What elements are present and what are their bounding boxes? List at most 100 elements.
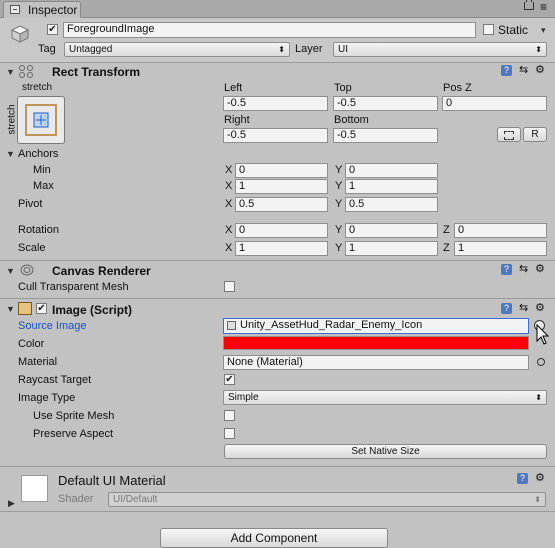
image-foldout-icon[interactable]: ▼ — [6, 304, 15, 314]
rotation-z-input[interactable]: 0 — [454, 223, 547, 238]
image-type-dropdown[interactable]: Simple ⬍ — [223, 390, 547, 405]
max-y-input[interactable]: 1 — [345, 179, 438, 194]
divider — [0, 466, 555, 467]
image-type-value: Simple — [228, 392, 259, 403]
posz-input[interactable]: 0 — [442, 96, 547, 111]
help-icon[interactable]: ? — [501, 65, 512, 76]
color-swatch[interactable] — [223, 336, 529, 350]
scale-z-input[interactable]: 1 — [454, 241, 547, 256]
help-icon[interactable]: ? — [517, 473, 528, 484]
tag-label: Tag — [38, 43, 56, 55]
rect-transform-foldout-icon[interactable]: ▼ — [6, 67, 15, 77]
gear-icon[interactable]: ⚙ — [535, 264, 546, 275]
raycast-target-checkbox[interactable]: ✔ — [224, 374, 235, 385]
anchors-label: Anchors — [18, 148, 59, 160]
raycast-target-label: Raycast Target — [18, 374, 92, 386]
help-icon[interactable]: ? — [501, 264, 512, 275]
pivot-y-label: Y — [335, 198, 343, 210]
scale-y-label: Y — [335, 242, 343, 254]
preset-icon[interactable]: ⇆ — [519, 303, 530, 314]
static-label: Static — [498, 23, 529, 37]
active-checkbox[interactable]: ✔ — [47, 24, 58, 35]
tag-dropdown[interactable]: Untagged ⬍ — [64, 42, 290, 57]
rotation-x-label: X — [225, 224, 233, 236]
chevron-up-down-icon: ⬍ — [535, 393, 542, 402]
static-dropdown-icon[interactable]: ▾ — [541, 25, 546, 36]
cull-transparent-checkbox[interactable] — [224, 281, 235, 292]
image-enabled-checkbox[interactable]: ✔ — [36, 303, 47, 314]
mouse-cursor-icon — [536, 324, 550, 345]
chevron-up-down-icon: ⬍ — [278, 45, 285, 54]
min-y-input[interactable]: 0 — [345, 163, 438, 178]
left-label: Left — [224, 82, 243, 94]
component-icons: ? ⇆ ⚙ — [501, 264, 545, 276]
canvas-renderer-foldout-icon[interactable]: ▼ — [6, 266, 15, 276]
component-icons: ? ⇆ ⚙ — [501, 303, 545, 315]
right-label: Right — [224, 114, 250, 126]
use-sprite-mesh-label: Use Sprite Mesh — [33, 410, 115, 422]
component-icons: ? ⇆ ⚙ — [501, 65, 545, 77]
use-sprite-mesh-checkbox[interactable] — [224, 410, 235, 421]
anchor-preset-button[interactable] — [17, 96, 65, 144]
canvas-renderer-title: Canvas Renderer — [52, 264, 151, 278]
bottom-input[interactable]: -0.5 — [333, 128, 438, 143]
preserve-aspect-label: Preserve Aspect — [33, 428, 114, 440]
blueprint-mode-button[interactable] — [497, 127, 521, 142]
anchor-preset-side-label: stretch — [6, 104, 18, 135]
cull-transparent-label: Cull Transparent Mesh — [18, 281, 129, 293]
gear-icon[interactable]: ⚙ — [535, 65, 546, 76]
object-header: ✔ ForegroundImage Static ▾ Tag Untagged ⬍… — [0, 18, 555, 63]
scale-x-input[interactable]: 1 — [235, 241, 328, 256]
raw-edit-button[interactable]: R — [523, 127, 547, 142]
rotation-z-label: Z — [443, 224, 450, 236]
scale-y-input[interactable]: 1 — [345, 241, 438, 256]
source-image-field[interactable]: Unity_AssetHud_Radar_Enemy_Icon — [223, 318, 529, 334]
gear-icon[interactable]: ⚙ — [535, 473, 546, 484]
shader-dropdown[interactable]: UI/Default ⬍ — [108, 492, 546, 507]
min-label: Min — [33, 164, 51, 176]
preset-icon[interactable]: ⇆ — [519, 65, 530, 76]
material-picker-icon[interactable] — [537, 358, 545, 366]
max-label: Max — [33, 180, 54, 192]
tab-inspector-label: Inspector — [28, 3, 78, 17]
chevron-up-down-icon: ⬍ — [535, 45, 542, 54]
left-input[interactable]: -0.5 — [223, 96, 328, 111]
min-x-input[interactable]: 0 — [235, 163, 328, 178]
default-ui-material-title: Default UI Material — [58, 473, 166, 488]
set-native-size-button[interactable]: Set Native Size — [224, 444, 547, 459]
material-field[interactable]: None (Material) — [223, 355, 529, 370]
preserve-aspect-checkbox[interactable] — [224, 428, 235, 439]
object-name-input[interactable]: ForegroundImage — [63, 22, 476, 38]
gear-icon[interactable]: ⚙ — [535, 303, 546, 314]
pivot-label: Pivot — [18, 198, 43, 210]
scale-z-label: Z — [443, 242, 450, 254]
pivot-x-input[interactable]: 0.5 — [235, 197, 328, 212]
max-y-label: Y — [335, 180, 343, 192]
top-input[interactable]: -0.5 — [333, 96, 438, 111]
image-title: Image (Script) — [52, 303, 133, 317]
tab-bar: Inspector ≡ — [0, 0, 555, 18]
preset-icon[interactable]: ⇆ — [519, 264, 530, 275]
rotation-label: Rotation — [18, 224, 59, 236]
pivot-y-input[interactable]: 0.5 — [345, 197, 438, 212]
layer-label: Layer — [295, 43, 323, 55]
max-x-input[interactable]: 1 — [235, 179, 328, 194]
lock-icon[interactable] — [524, 0, 534, 10]
material-icons: ? ⚙ — [517, 473, 547, 485]
material-foldout-icon[interactable]: ▶ — [8, 498, 15, 509]
add-component-button[interactable]: Add Component — [160, 528, 388, 548]
static-checkbox[interactable] — [483, 24, 494, 35]
rotation-y-input[interactable]: 0 — [345, 223, 438, 238]
material-label: Material — [18, 356, 58, 368]
tab-menu-icon[interactable]: ≡ — [540, 0, 547, 14]
shader-value: UI/Default — [113, 494, 158, 505]
scale-label: Scale — [18, 242, 46, 254]
rect-transform-icon — [18, 64, 34, 78]
help-icon[interactable]: ? — [501, 303, 512, 314]
rotation-x-input[interactable]: 0 — [235, 223, 328, 238]
right-input[interactable]: -0.5 — [223, 128, 328, 143]
tab-inspector[interactable]: Inspector — [3, 1, 81, 18]
anchors-foldout-icon[interactable]: ▼ — [6, 149, 15, 159]
layer-dropdown[interactable]: UI ⬍ — [333, 42, 547, 57]
min-y-label: Y — [335, 164, 343, 176]
